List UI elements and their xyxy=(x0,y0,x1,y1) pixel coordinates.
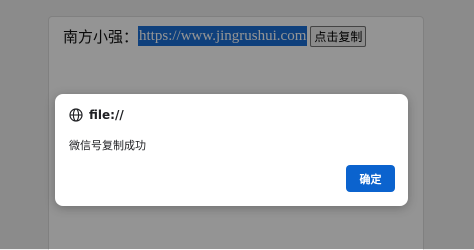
ok-button[interactable]: 确定 xyxy=(346,165,395,192)
dialog-origin: file:// xyxy=(89,108,124,122)
alert-dialog: file:// 微信号复制成功 确定 xyxy=(55,94,408,206)
dialog-message: 微信号复制成功 xyxy=(69,139,146,152)
dialog-header: file:// xyxy=(69,107,124,123)
globe-icon xyxy=(69,108,83,122)
